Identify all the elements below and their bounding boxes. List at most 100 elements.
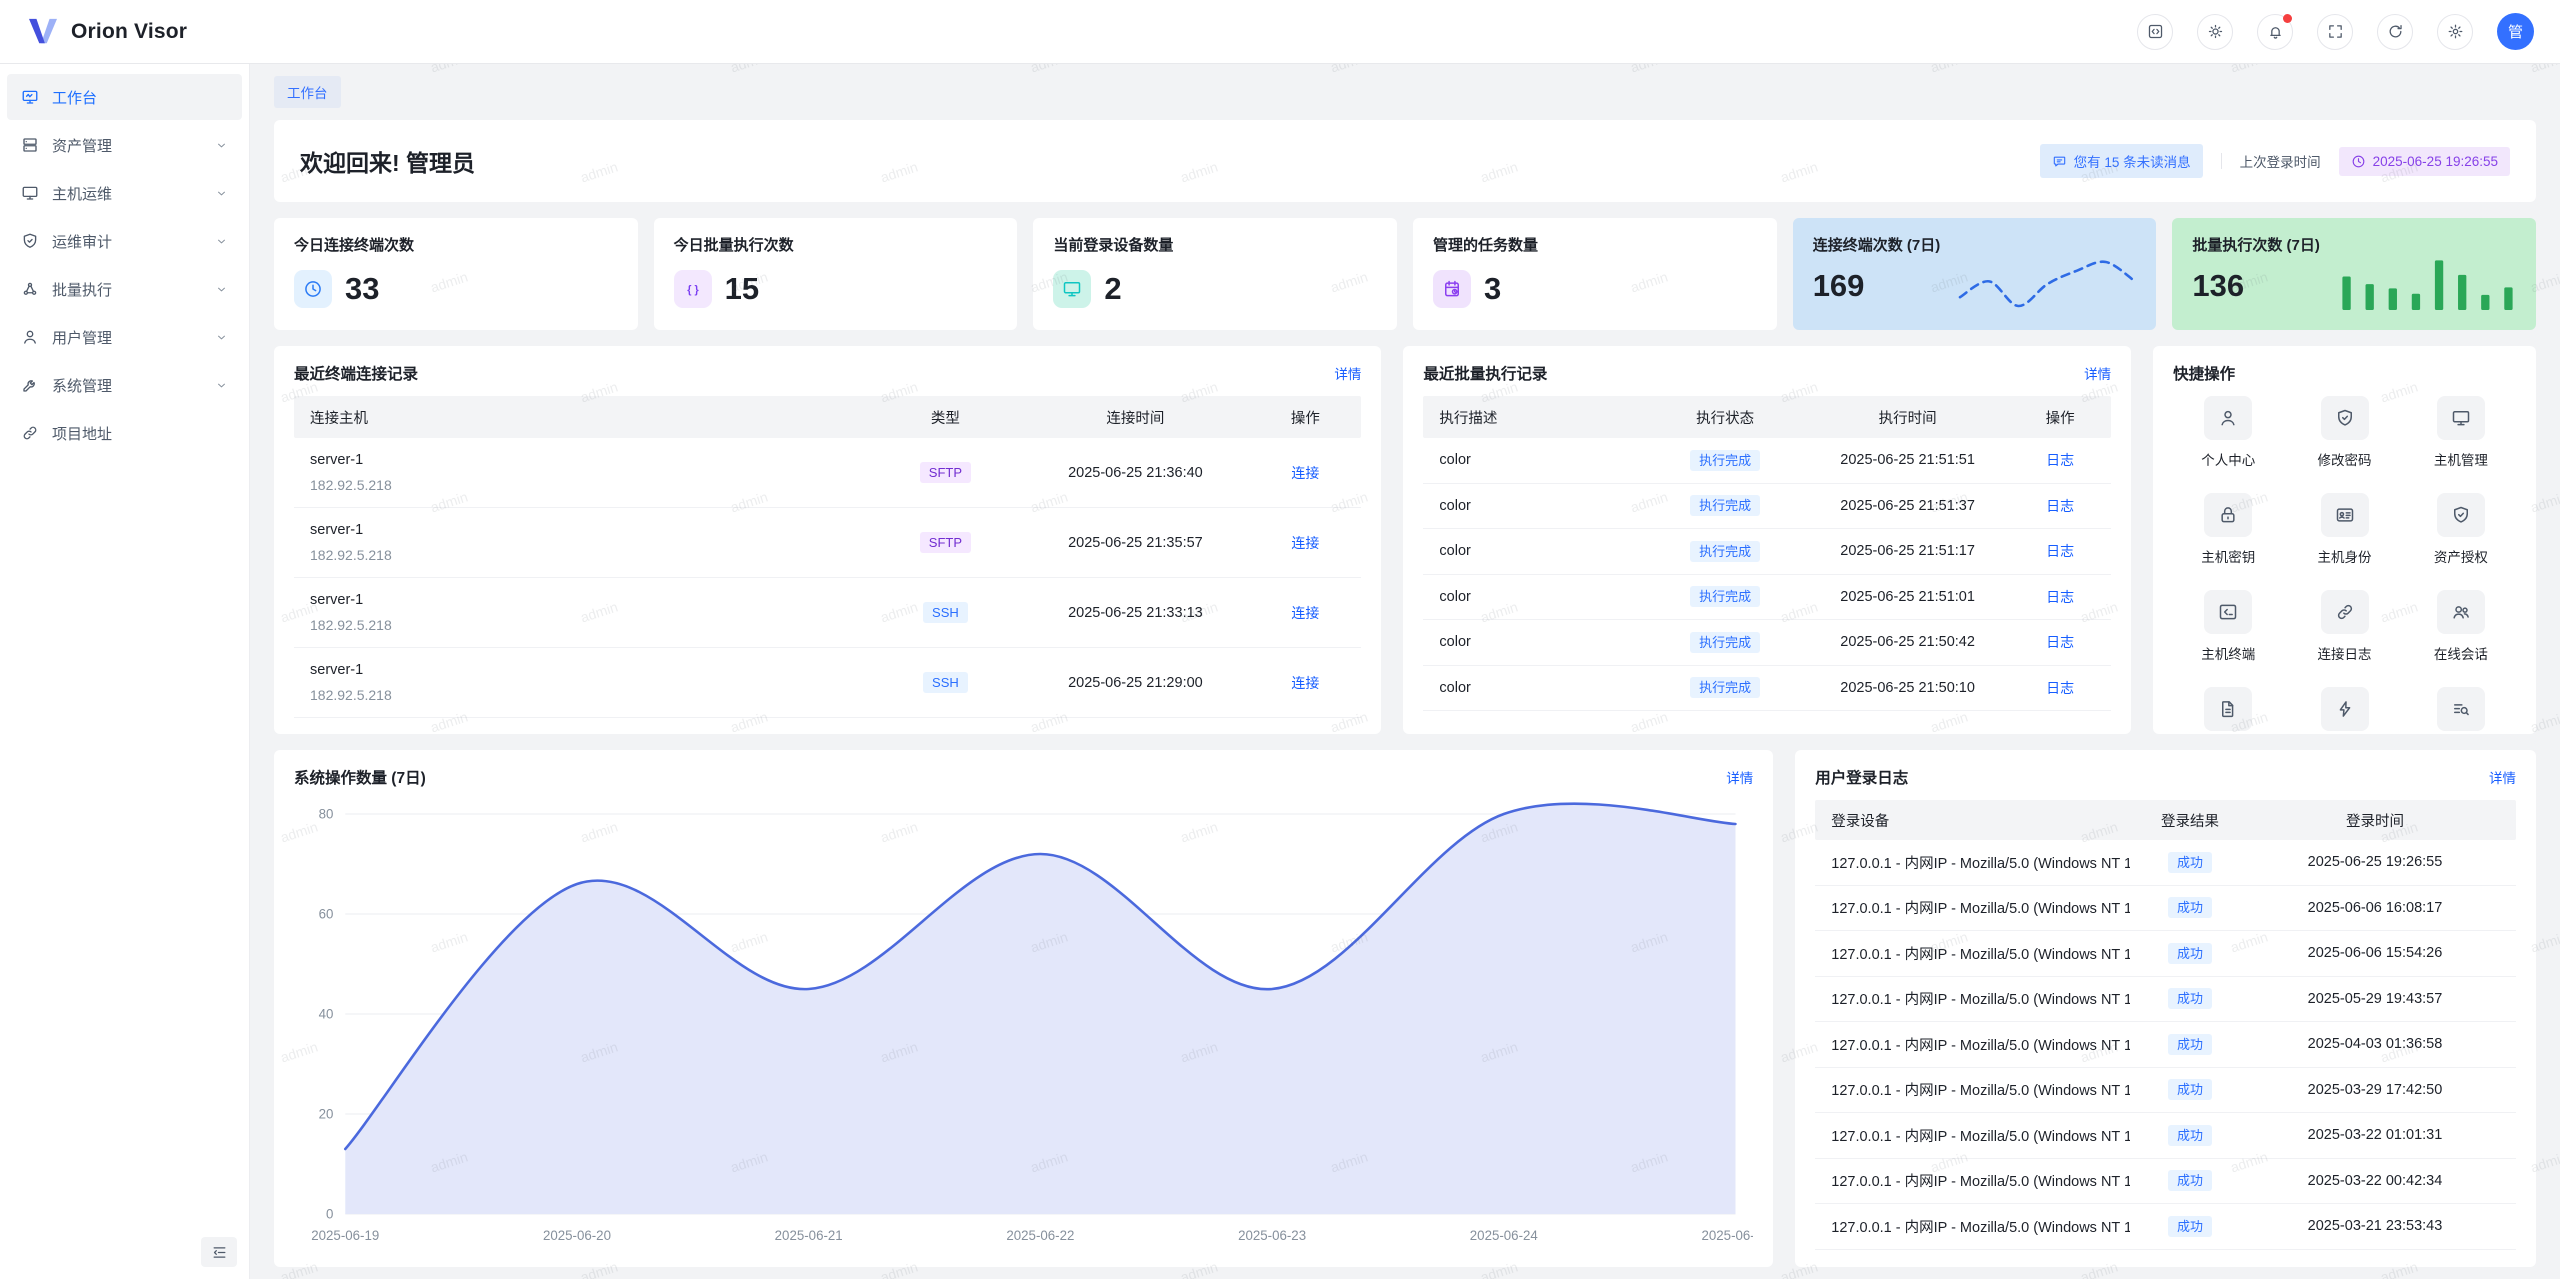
- svg-text:2025-06-25: 2025-06-25: [1701, 1228, 1753, 1243]
- table-header: 连接主机 类型 连接时间 操作: [294, 396, 1361, 438]
- stat-card: 管理的任务数量 3: [1413, 218, 1777, 330]
- log-link[interactable]: 日志: [2046, 589, 2074, 605]
- system-ops-chart-panel: 系统操作数量 (7日) 详情 0204060802025-06-192025-0…: [274, 750, 1773, 1267]
- quick-action-host-manage[interactable]: 主机管理: [2406, 396, 2516, 469]
- collapse-sidebar-button[interactable]: [201, 1237, 237, 1267]
- settings-button[interactable]: [2437, 14, 2473, 50]
- quick-action-exec-log[interactable]: 执行日志: [2406, 687, 2516, 734]
- breadcrumb-workbench[interactable]: 工作台: [274, 76, 341, 108]
- chevron-down-icon: [215, 331, 228, 344]
- status-tag: 执行完成: [1690, 495, 1760, 516]
- log-link[interactable]: 日志: [2046, 452, 2074, 468]
- result-tag: 成功: [2168, 1125, 2212, 1146]
- table-row: color 执行完成 2025-06-25 21:51:37 日志: [1423, 484, 2111, 530]
- message-icon: [2052, 154, 2067, 169]
- quick-action-change-password[interactable]: 修改密码: [2289, 396, 2399, 469]
- stats-row: 今日连接终端次数 33 今日批量执行次数 { } 15: [274, 218, 2536, 330]
- sidebar-item-system[interactable]: 系统管理: [7, 362, 242, 408]
- exec-detail-link[interactable]: 详情: [2084, 363, 2111, 383]
- panel-title: 快捷操作: [2173, 362, 2235, 384]
- quick-action-connect-log[interactable]: 连接日志: [2289, 590, 2399, 663]
- notifications-button[interactable]: [2257, 14, 2293, 50]
- svg-text:2025-06-21: 2025-06-21: [775, 1228, 843, 1243]
- panel-title: 系统操作数量 (7日): [294, 766, 426, 788]
- sidebar-item-workbench[interactable]: 工作台: [7, 74, 242, 120]
- welcome-title: 欢迎回来! 管理员: [300, 144, 475, 178]
- table-row: 127.0.0.1 - 内网IP - Mozilla/5.0 (Windows …: [1815, 1159, 2516, 1205]
- connect-link[interactable]: 连接: [1291, 605, 1319, 621]
- table-row: 127.0.0.1 - 内网IP - Mozilla/5.0 (Windows …: [1815, 1204, 2516, 1250]
- stat-card: 今日批量执行次数 { } 15: [654, 218, 1018, 330]
- login-log-panel: 用户登录日志 详情 登录设备 登录结果 登录时间 127.0.0.1 - 内网I…: [1795, 750, 2536, 1267]
- terminal-detail-link[interactable]: 详情: [1334, 363, 1361, 383]
- svg-text:80: 80: [319, 806, 334, 821]
- svg-text:20: 20: [319, 1106, 334, 1121]
- clock-icon: [303, 279, 323, 299]
- result-tag: 成功: [2168, 1170, 2212, 1191]
- svg-text:0: 0: [326, 1206, 333, 1221]
- table-row: server-1 182.92.5.218 SSH 2025-06-25 21:…: [294, 578, 1361, 648]
- chevron-down-icon: [215, 379, 228, 392]
- theme-button[interactable]: [2197, 14, 2233, 50]
- sidebar-item-project-url[interactable]: 项目地址: [7, 410, 242, 456]
- quick-action-online-session[interactable]: 在线会话: [2406, 590, 2516, 663]
- svg-text:2025-06-22: 2025-06-22: [1006, 1228, 1074, 1243]
- connect-link[interactable]: 连接: [1291, 535, 1319, 551]
- result-tag: 成功: [2168, 988, 2212, 1009]
- terminal-records-panel: 最近终端连接记录 详情 连接主机 类型 连接时间 操作 server-1: [274, 346, 1381, 734]
- quick-actions-panel: 快捷操作 个人中心 修改密码: [2153, 346, 2536, 734]
- table-header: 登录设备 登录结果 登录时间: [1815, 800, 2516, 840]
- sidebar-item-assets[interactable]: 资产管理: [7, 122, 242, 168]
- type-tag: SSH: [923, 672, 968, 693]
- connect-link[interactable]: 连接: [1291, 675, 1319, 691]
- table-row: 127.0.0.1 - 内网IP - Mozilla/5.0 (Windows …: [1815, 840, 2516, 886]
- user-avatar[interactable]: 管: [2497, 13, 2534, 50]
- sidebar-item-users[interactable]: 用户管理: [7, 314, 242, 360]
- table-row: server-1 182.92.5.218 SSH 2025-06-25 21:…: [294, 648, 1361, 718]
- top-header: Orion Visor: [0, 0, 2560, 64]
- log-link[interactable]: 日志: [2046, 543, 2074, 559]
- table-row: 127.0.0.1 - 内网IP - Mozilla/5.0 (Windows …: [1815, 931, 2516, 977]
- type-tag: SSH: [923, 602, 968, 623]
- table-row: color 执行完成 2025-06-25 21:50:10 日志: [1423, 666, 2111, 712]
- quick-action-host-terminal[interactable]: 主机终端: [2173, 590, 2283, 663]
- sidebar-item-audit[interactable]: 运维审计: [7, 218, 242, 264]
- last-login-label: 上次登录时间: [2240, 151, 2321, 171]
- quick-action-host-identity[interactable]: 主机身份: [2289, 493, 2399, 566]
- quick-action-file-op-log[interactable]: 文件操作日志: [2173, 687, 2283, 734]
- sidebar-nav: 工作台 资产管理 主机运维 运维审计: [0, 74, 249, 456]
- type-tag: SFTP: [920, 532, 971, 553]
- connect-link[interactable]: 连接: [1291, 465, 1319, 481]
- fullscreen-button[interactable]: [2317, 14, 2353, 50]
- table-row: server-1 182.92.5.218 SFTP 2025-06-25 21…: [294, 508, 1361, 578]
- result-tag: 成功: [2168, 1216, 2212, 1237]
- main-content: adminadminadminadminadminadminadminadmin…: [250, 64, 2560, 1279]
- stat-card: 今日连接终端次数 33: [274, 218, 638, 330]
- code-settings-button[interactable]: [2137, 14, 2173, 50]
- log-link[interactable]: 日志: [2046, 634, 2074, 650]
- quick-action-asset-grant[interactable]: 资产授权: [2406, 493, 2516, 566]
- svg-text:2025-06-23: 2025-06-23: [1238, 1228, 1306, 1243]
- batch-exec-spark-card: 批量执行次数 (7日) 136: [2172, 218, 2536, 330]
- bottom-row: 系统操作数量 (7日) 详情 0204060802025-06-192025-0…: [274, 750, 2536, 1267]
- table-row: color 执行完成 2025-06-25 21:51:17 日志: [1423, 529, 2111, 575]
- login-detail-link[interactable]: 详情: [2489, 767, 2516, 787]
- welcome-meta: 您有 15 条未读消息 上次登录时间 2025-06-25 19:26:55: [2040, 144, 2510, 178]
- log-link[interactable]: 日志: [2046, 498, 2074, 514]
- quick-action-personal-center[interactable]: 个人中心: [2173, 396, 2283, 469]
- sidebar-item-batch[interactable]: 批量执行: [7, 266, 242, 312]
- status-tag: 执行完成: [1690, 677, 1760, 698]
- result-tag: 成功: [2168, 1079, 2212, 1100]
- header-actions: [2137, 14, 2473, 50]
- sidebar: 工作台 资产管理 主机运维 运维审计: [0, 64, 250, 1279]
- sidebar-item-host-ops[interactable]: 主机运维: [7, 170, 242, 216]
- log-link[interactable]: 日志: [2046, 680, 2074, 696]
- refresh-button[interactable]: [2377, 14, 2413, 50]
- chevron-down-icon: [215, 235, 228, 248]
- ops-chart-detail-link[interactable]: 详情: [1726, 767, 1753, 787]
- unread-messages-badge[interactable]: 您有 15 条未读消息: [2040, 144, 2203, 178]
- quick-action-command-exec[interactable]: 命令执行: [2289, 687, 2399, 734]
- menu-fold-icon: [211, 1244, 228, 1261]
- quick-action-host-key[interactable]: 主机密钥: [2173, 493, 2283, 566]
- table-row: server-1 182.92.5.218 SFTP 2025-06-25 21…: [294, 438, 1361, 508]
